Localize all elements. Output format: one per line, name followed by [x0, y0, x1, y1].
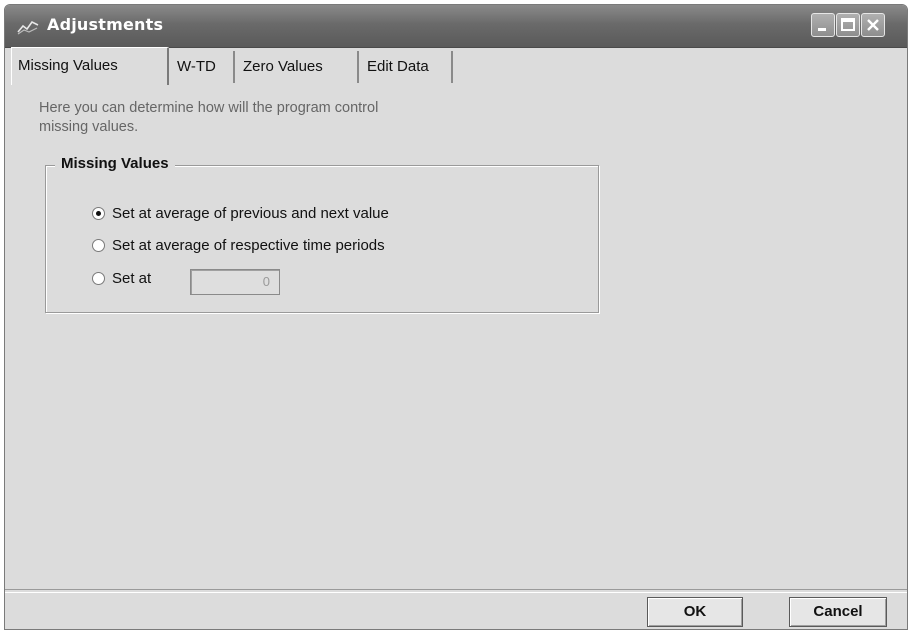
- set-at-value-field[interactable]: 0: [190, 269, 280, 295]
- radio-unselected-icon[interactable]: [92, 272, 105, 285]
- tab-w-td[interactable]: W-TD: [171, 51, 235, 83]
- cancel-button[interactable]: Cancel: [789, 597, 887, 627]
- missing-values-group: Missing Values Set at average of previou…: [45, 155, 599, 313]
- adjustments-window: Adjustments Missing Values W-TD Zero Val…: [4, 4, 908, 630]
- option-label: Set at average of respective time period…: [112, 237, 385, 254]
- minimize-button[interactable]: [811, 13, 835, 37]
- option-label: Set at: [112, 270, 152, 287]
- intro-line-2: missing values.: [39, 119, 139, 135]
- ok-button[interactable]: OK: [647, 597, 743, 627]
- line-chart-icon: [17, 17, 39, 35]
- close-button[interactable]: [861, 13, 885, 37]
- intro-line-1: Here you can determine how will the prog…: [39, 100, 379, 116]
- group-title: Missing Values: [55, 155, 175, 172]
- option-average-prev-next[interactable]: Set at average of previous and next valu…: [92, 204, 389, 224]
- intro-text: Here you can determine how will the prog…: [39, 99, 559, 137]
- option-set-at[interactable]: Set at: [92, 269, 151, 289]
- footer-divider: [5, 589, 907, 593]
- tab-missing-values[interactable]: Missing Values: [11, 47, 169, 85]
- tab-zero-values[interactable]: Zero Values: [237, 51, 359, 83]
- radio-selected-icon[interactable]: [92, 207, 105, 220]
- tab-edit-data[interactable]: Edit Data: [361, 51, 453, 83]
- window-title: Adjustments: [47, 15, 164, 34]
- missing-values-panel: Here you can determine how will the prog…: [11, 87, 901, 577]
- tab-strip: Missing Values W-TD Zero Values Edit Dat…: [5, 47, 907, 87]
- title-bar[interactable]: Adjustments: [5, 5, 907, 48]
- radio-unselected-icon[interactable]: [92, 239, 105, 252]
- option-label: Set at average of previous and next valu…: [112, 205, 389, 222]
- maximize-button[interactable]: [836, 13, 860, 37]
- option-average-time-periods[interactable]: Set at average of respective time period…: [92, 236, 385, 256]
